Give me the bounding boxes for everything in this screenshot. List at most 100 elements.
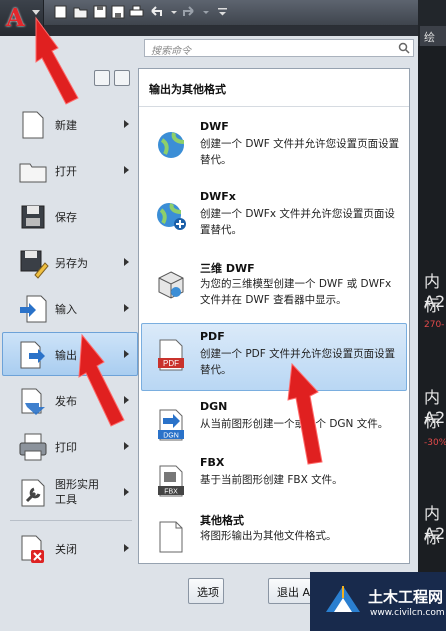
menu-item-label: 关闭 (55, 543, 77, 556)
open-folder-icon (19, 163, 47, 183)
save-as-icon (20, 250, 49, 279)
export-dwf-item[interactable]: DWF 创建一个 DWF 文件并允许您设置页面设置替代。 (141, 113, 407, 181)
chevron-right-icon (124, 544, 129, 552)
cad-text: A20 (424, 408, 446, 427)
svg-text:DGN: DGN (163, 433, 179, 440)
watermark-url: www.civilcn.com (370, 608, 445, 618)
search-icon[interactable] (398, 42, 410, 54)
menu-item-open[interactable]: 打开 (2, 148, 138, 192)
menu-item-publish[interactable]: 发布 (2, 378, 138, 422)
chevron-right-icon (124, 258, 129, 266)
new-document-icon (22, 111, 44, 139)
export-pdf-item[interactable]: PDF PDF 创建一个 PDF 文件并允许您设置页面设置替代。 (141, 323, 407, 391)
redo-icon[interactable] (180, 4, 197, 20)
chevron-down-icon (32, 10, 40, 15)
export-submenu: 输出为其他格式 DWF 创建一个 DWF 文件并允许您设置页面设置替代。 DWF… (138, 68, 410, 564)
new-file-icon[interactable] (52, 4, 69, 20)
search-bar: 搜索命令 (142, 36, 418, 62)
search-input[interactable]: 搜索命令 (144, 39, 414, 57)
menu-item-new[interactable]: 新建 (2, 102, 138, 146)
chevron-right-icon (124, 442, 129, 450)
item-description: 将图形输出为其他文件格式。 (200, 530, 337, 542)
svg-text:PDF: PDF (163, 359, 179, 368)
menu-divider (10, 520, 132, 521)
item-description: 为您的三维模型创建一个 DWF 或 DWFx 文件并在 DWF 查看器中显示。 (200, 278, 392, 306)
submenu-title: 输出为其他格式 (139, 69, 409, 107)
item-title: DWF (200, 120, 229, 133)
redo-dropdown-icon[interactable] (198, 4, 215, 20)
globe-plus-icon (157, 203, 186, 230)
item-title: FBX (200, 456, 225, 469)
pdf-icon: PDF (158, 339, 184, 371)
printer-icon (19, 433, 47, 461)
menu-item-label: 另存为 (55, 257, 88, 270)
wrench-icon (21, 479, 45, 507)
globe-icon (158, 132, 185, 158)
open-documents-icon[interactable] (114, 70, 130, 86)
save-as-icon[interactable] (110, 4, 127, 20)
chevron-right-icon (124, 488, 129, 496)
customize-toolbar-icon[interactable] (214, 4, 231, 20)
print-icon[interactable] (128, 4, 145, 20)
quick-access-toolbar (0, 0, 446, 26)
dgn-icon: DGN (158, 409, 184, 441)
menu-item-drawing-utilities[interactable]: 图形实用 工具 (2, 470, 138, 514)
cad-text: A20 (424, 292, 446, 311)
export-dwfx-item[interactable]: DWFx 创建一个 DWFx 文件并允许您设置页面设置替代。 (141, 183, 407, 251)
options-button[interactable]: 选项 (188, 578, 224, 604)
chevron-right-icon (124, 396, 129, 404)
menu-item-label: 图形实用 工具 (55, 478, 99, 506)
menu-item-close[interactable]: 关闭 (2, 526, 138, 570)
menu-item-label: 保存 (55, 211, 77, 224)
item-title: PDF (200, 330, 225, 343)
item-description: 创建一个 PDF 文件并允许您设置页面设置替代。 (200, 348, 396, 376)
export-3d-dwf-item[interactable]: 三维 DWF 为您的三维模型创建一个 DWF 或 DWFx 文件并在 DWF 查… (141, 253, 407, 321)
menu-item-label: 输入 (55, 303, 77, 316)
cad-dimension: 270- (424, 320, 445, 330)
menu-item-label: 打印 (55, 441, 77, 454)
export-other-formats-item[interactable]: 其他格式 将图形输出为其他文件格式。 (141, 505, 407, 573)
cad-dimension: -30% (424, 438, 446, 448)
tab-drawing[interactable]: 绘 (420, 26, 446, 46)
item-description: 创建一个 DWFx 文件并允许您设置页面设置替代。 (200, 208, 395, 236)
chevron-right-icon (124, 120, 129, 128)
item-title: 三维 DWF (200, 262, 255, 275)
close-document-icon (21, 535, 44, 563)
watermark-title: 土木工程网 (368, 588, 444, 606)
menu-left-column: 新建 打开 保存 另存为 输入 输出 发布 打印 图形实用 工具 关闭 (0, 66, 140, 631)
other-format-icon (159, 521, 183, 553)
recent-documents-icon[interactable] (94, 70, 110, 86)
item-title: DWFx (200, 190, 236, 203)
menu-item-label: 输出 (55, 349, 77, 362)
item-title: 其他格式 (200, 514, 244, 527)
open-folder-icon[interactable] (72, 4, 89, 20)
fbx-icon: FBX (158, 465, 184, 497)
import-icon (20, 295, 47, 323)
item-description: 创建一个 DWF 文件并允许您设置页面设置替代。 (200, 138, 400, 166)
menu-item-save-as[interactable]: 另存为 (2, 240, 138, 284)
save-disk-icon (21, 205, 45, 229)
menu-item-save[interactable]: 保存 (2, 194, 138, 238)
undo-icon[interactable] (148, 4, 165, 20)
svg-text:FBX: FBX (164, 489, 178, 496)
save-icon[interactable] (92, 4, 109, 20)
item-description: 基于当前图形创建 FBX 文件。 (200, 474, 343, 486)
cad-text: A20 (424, 524, 446, 543)
application-menu-button[interactable]: A (0, 0, 44, 36)
chevron-right-icon (124, 166, 129, 174)
menu-item-import[interactable]: 输入 (2, 286, 138, 330)
publish-icon (21, 388, 45, 415)
item-description: 从当前图形创建一个或多个 DGN 文件。 (200, 418, 389, 430)
menu-item-label: 新建 (55, 119, 77, 132)
menu-item-label: 打开 (55, 165, 77, 178)
site-watermark: 土木工程网 www.civilcn.com (310, 572, 446, 631)
civilcn-logo (326, 586, 360, 612)
cube-icon (158, 271, 184, 299)
menu-item-export[interactable]: 输出 (2, 332, 138, 376)
menu-item-print[interactable]: 打印 (2, 424, 138, 468)
item-title: DGN (200, 400, 228, 413)
export-icon (20, 341, 45, 369)
menu-item-label: 发布 (55, 395, 77, 408)
chevron-right-icon (124, 304, 129, 312)
application-menu: 搜索命令 新建 打开 保存 另存为 输入 输出 发布 打印 图形实用 工具 关闭… (0, 36, 418, 631)
